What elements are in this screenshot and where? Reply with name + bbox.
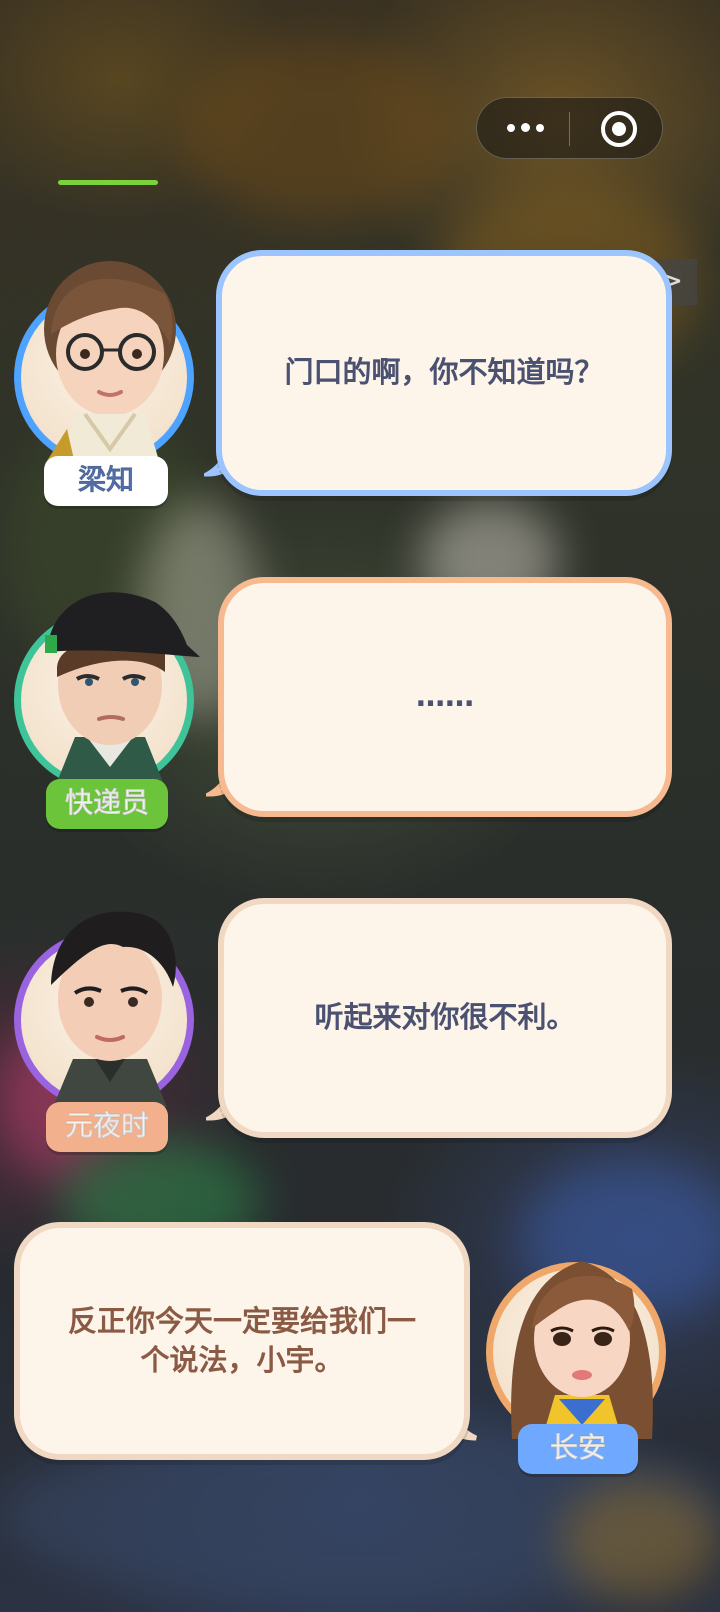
more-dots-icon[interactable] — [505, 118, 545, 138]
target-circle-icon[interactable] — [601, 111, 637, 147]
dialogue-text: 反正你今天一定要给我们一个说法，小宇。 — [67, 1303, 416, 1377]
character-portrait — [44, 261, 176, 464]
speaker-name-tag: 元夜时 — [46, 1102, 168, 1152]
character-portrait — [51, 911, 176, 1107]
mini-program-capsule — [476, 97, 663, 159]
dialogue-text: 听起来对你很不利。 — [314, 1000, 576, 1035]
background-scene — [180, 40, 460, 220]
avatar-changan — [486, 1261, 666, 1442]
dialogue-bubble-3[interactable]: 听起来对你很不利。 — [218, 898, 672, 1138]
progress-indicator — [58, 180, 158, 185]
dialogue-bubble-1[interactable]: 门口的啊，你不知道吗？ — [216, 250, 672, 496]
avatar-liangzhi — [14, 261, 194, 467]
background-scene — [560, 1480, 720, 1600]
capsule-divider — [569, 112, 570, 146]
avatar-yuanyeshi — [14, 911, 194, 1110]
speaker-name-tag: 梁知 — [44, 456, 168, 506]
character-portrait — [511, 1261, 653, 1439]
dialogue-bubble-2[interactable]: …… — [218, 577, 672, 817]
dialogue-text: 门口的啊，你不知道吗？ — [284, 355, 604, 390]
avatar-courier — [14, 592, 200, 790]
speaker-name-tag: 长安 — [518, 1424, 638, 1474]
speaker-name-tag: 快递员 — [46, 779, 168, 829]
dialogue-bubble-4[interactable]: 反正你今天一定要给我们一个说法，小宇。 — [14, 1222, 470, 1460]
character-portrait — [45, 592, 200, 787]
dialogue-text: …… — [416, 679, 474, 714]
